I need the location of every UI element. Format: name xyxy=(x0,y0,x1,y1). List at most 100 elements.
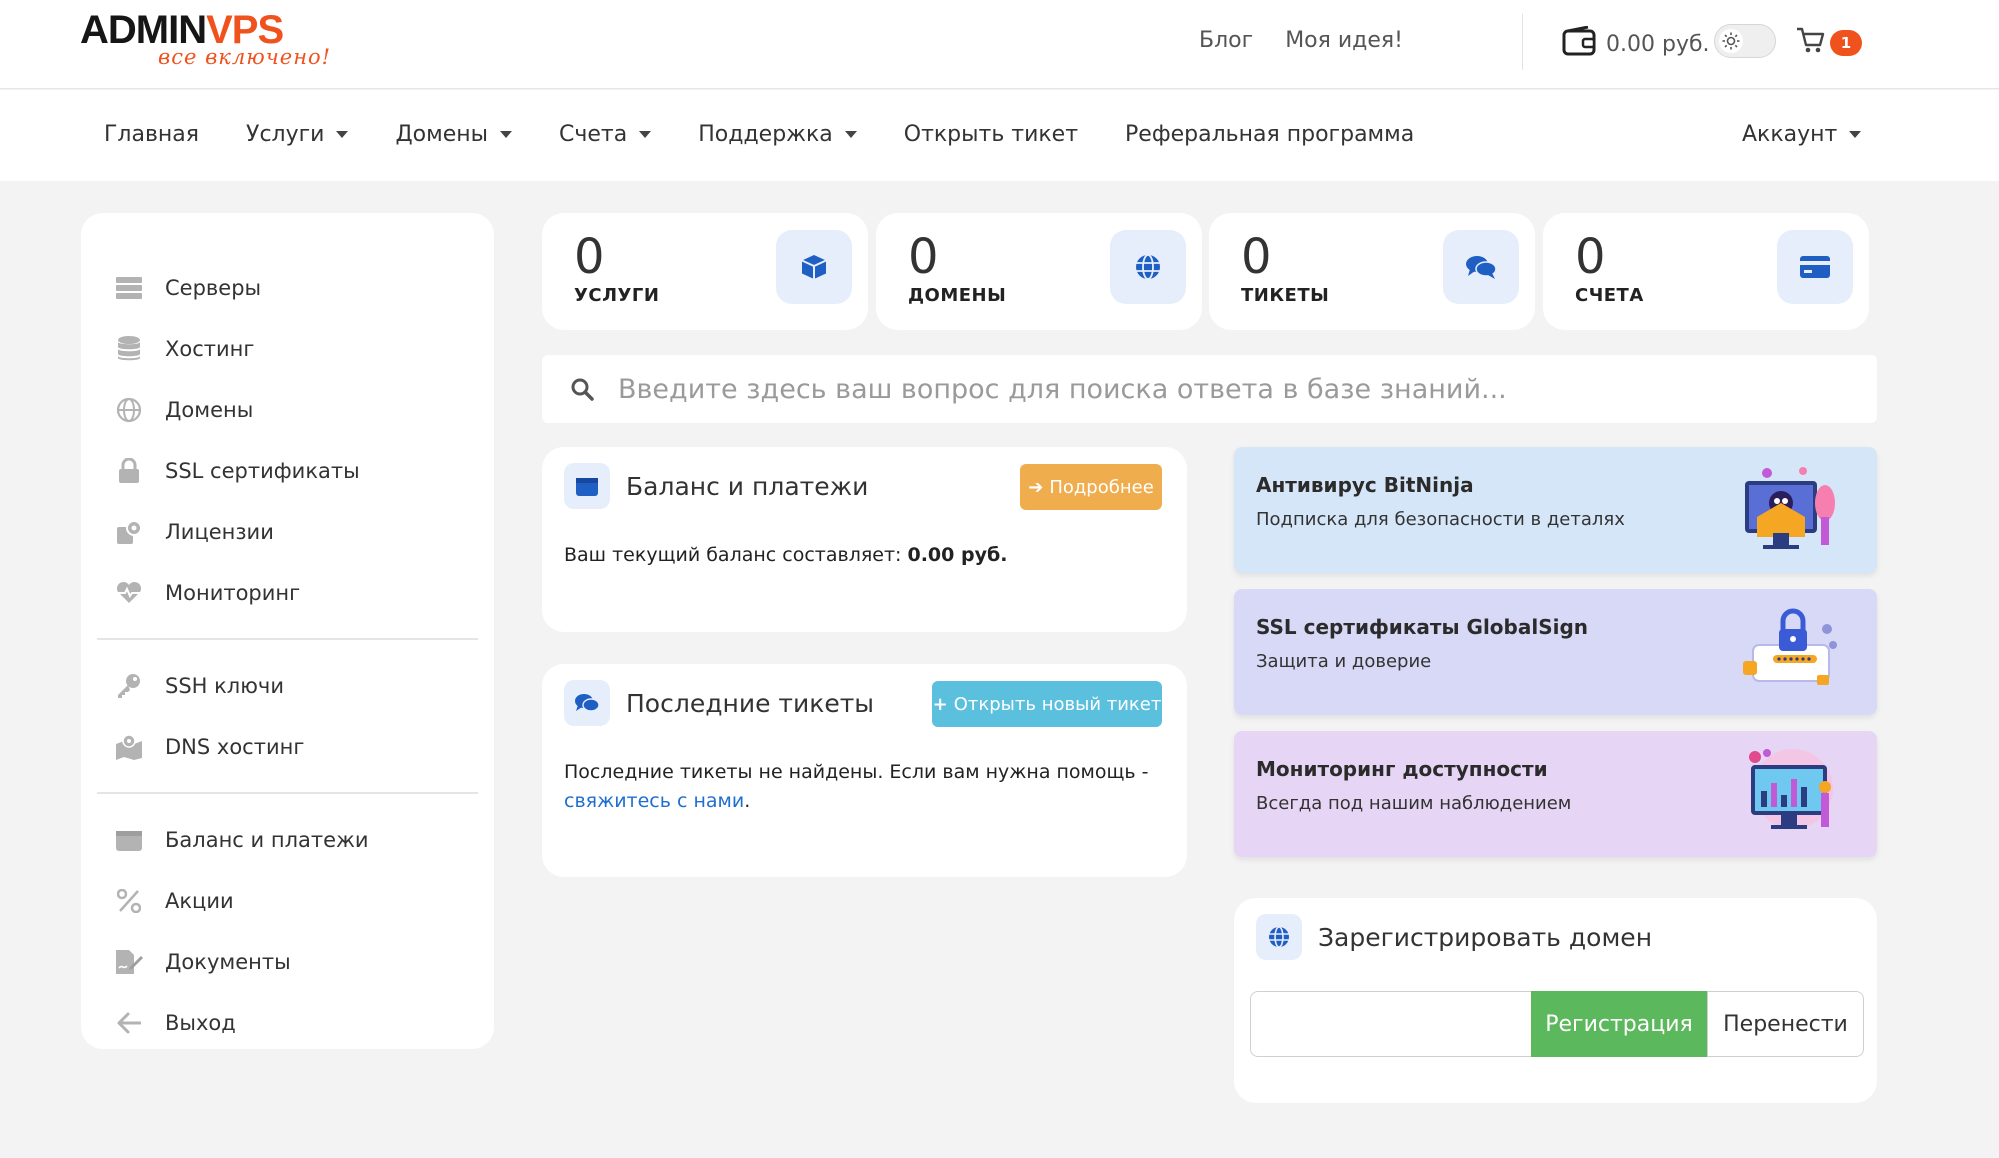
cart-icon[interactable] xyxy=(1796,26,1826,58)
panel-title: Последние тикеты xyxy=(626,688,874,718)
nav-support[interactable]: Поддержка xyxy=(698,122,857,147)
arrow-right-icon: ➔ xyxy=(1028,476,1044,498)
tickets-empty-text: Последние тикеты не найдены. Если вам ну… xyxy=(564,761,1149,812)
nav-domains[interactable]: Домены xyxy=(395,122,513,147)
tickets-panel: Последние тикеты + Открыть новый тикет По… xyxy=(542,664,1187,877)
domain-register-panel: Зарегистрировать домен Регистрация Перен… xyxy=(1234,898,1877,1103)
stat-services[interactable]: 0 УСЛУГИ xyxy=(542,213,868,330)
caret-down-icon xyxy=(500,131,513,138)
stat-tickets[interactable]: 0 ТИКЕТЫ xyxy=(1209,213,1535,330)
credit-card-icon xyxy=(1777,230,1853,304)
arrow-left-icon xyxy=(115,1009,143,1037)
domain-input[interactable] xyxy=(1250,991,1532,1057)
promo-monitoring[interactable]: Мониторинг доступности Всегда под нашим … xyxy=(1234,731,1877,857)
promo-globalsign[interactable]: SSL сертификаты GlobalSign Защита и дове… xyxy=(1234,589,1877,715)
wallet-icon xyxy=(1562,25,1596,62)
nav-invoices[interactable]: Счета xyxy=(559,122,652,147)
theme-toggle[interactable] xyxy=(1714,24,1776,58)
balance-panel: Баланс и платежи ➔ Подробнее Ваш текущий … xyxy=(542,447,1187,632)
top-header: ADMINVPS все включено! Блог Моя идея! 0.… xyxy=(0,0,1999,89)
stat-label: ТИКЕТЫ xyxy=(1241,285,1330,306)
file-signature-icon xyxy=(115,948,143,976)
sidebar-item-licenses[interactable]: Лицензии xyxy=(81,501,494,562)
details-button[interactable]: ➔ Подробнее xyxy=(1020,464,1162,510)
panel-title: Баланс и платежи xyxy=(626,471,869,501)
sidebar-item-ssh-keys[interactable]: SSH ключи xyxy=(81,655,494,716)
database-icon xyxy=(115,335,143,363)
wallet-icon xyxy=(564,463,610,509)
caret-down-icon xyxy=(844,131,857,138)
box-icon xyxy=(776,230,852,304)
stat-label: УСЛУГИ xyxy=(574,285,660,306)
stat-value: 0 xyxy=(1575,229,1606,285)
sidebar-item-domains[interactable]: Домены xyxy=(81,379,494,440)
key-icon xyxy=(115,672,143,700)
balance-amount: 0.00 руб. xyxy=(1606,31,1710,57)
main-nav: Главная Услуги Домены Счета Поддержка От… xyxy=(0,90,1999,181)
globe-icon xyxy=(115,396,143,424)
search-placeholder: Введите здесь ваш вопрос для поиска отве… xyxy=(618,373,1507,405)
register-domain-button[interactable]: Регистрация xyxy=(1531,991,1707,1057)
search-icon xyxy=(570,377,594,401)
stat-invoices[interactable]: 0 СЧЕТА xyxy=(1543,213,1869,330)
promo-bitninja[interactable]: Антивирус BitNinja Подписка для безопасн… xyxy=(1234,447,1877,573)
balance-text: Ваш текущий баланс составляет: 0.00 руб. xyxy=(564,544,1008,566)
sidebar-item-hosting[interactable]: Хостинг xyxy=(81,318,494,379)
sidebar-item-logout[interactable]: Выход xyxy=(81,992,494,1053)
stat-value: 0 xyxy=(574,229,605,285)
sidebar-divider xyxy=(97,638,478,640)
monitoring-illustration-icon xyxy=(1749,749,1833,829)
stat-label: ДОМЕНЫ xyxy=(908,285,1007,306)
stat-label: СЧЕТА xyxy=(1575,285,1644,306)
heartbeat-icon xyxy=(115,579,143,607)
sidebar-item-balance[interactable]: Баланс и платежи xyxy=(81,809,494,870)
logo-tagline: все включено! xyxy=(158,45,332,69)
map-marker-icon xyxy=(115,733,143,761)
server-icon xyxy=(115,274,143,302)
wallet-icon xyxy=(115,826,143,854)
sidebar-item-documents[interactable]: Документы xyxy=(81,931,494,992)
top-links: Блог Моя идея! xyxy=(1199,28,1403,53)
plus-icon: + xyxy=(932,693,948,715)
sidebar-item-dns[interactable]: DNS хостинг xyxy=(81,716,494,777)
knowledgebase-search[interactable]: Введите здесь ваш вопрос для поиска отве… xyxy=(542,355,1877,423)
nav-home[interactable]: Главная xyxy=(104,122,199,147)
transfer-domain-button[interactable]: Перенести xyxy=(1707,991,1864,1057)
comments-icon xyxy=(564,680,610,726)
contact-us-link[interactable]: свяжитесь с нами xyxy=(564,790,744,812)
caret-down-icon xyxy=(1849,131,1862,138)
sidebar-item-ssl[interactable]: SSL сертификаты xyxy=(81,440,494,501)
sidebar-item-servers[interactable]: Серверы xyxy=(81,257,494,318)
globe-icon xyxy=(1256,914,1302,960)
cart-count-badge: 1 xyxy=(1830,30,1862,56)
nav-services[interactable]: Услуги xyxy=(246,122,349,147)
globe-icon xyxy=(1110,230,1186,304)
sidebar-item-promotions[interactable]: Акции xyxy=(81,870,494,931)
nav-open-ticket[interactable]: Открыть тикет xyxy=(904,122,1078,147)
sidebar-item-monitoring[interactable]: Мониторинг xyxy=(81,562,494,623)
blog-link[interactable]: Блог xyxy=(1199,28,1253,53)
sidebar: Серверы Хостинг Домены SSL сертификаты Л… xyxy=(81,213,494,1049)
stat-domains[interactable]: 0 ДОМЕНЫ xyxy=(876,213,1202,330)
antivirus-illustration-icon xyxy=(1745,467,1835,549)
panel-title: Зарегистрировать домен xyxy=(1318,922,1653,952)
wallet-balance[interactable]: 0.00 руб. xyxy=(1562,25,1710,62)
comments-icon xyxy=(1443,230,1519,304)
logo[interactable]: ADMINVPS все включено! xyxy=(80,10,332,69)
stat-value: 0 xyxy=(1241,229,1272,285)
certificate-icon xyxy=(115,518,143,546)
caret-down-icon xyxy=(336,131,349,138)
caret-down-icon xyxy=(639,131,652,138)
lock-icon xyxy=(115,457,143,485)
stat-value: 0 xyxy=(908,229,939,285)
nav-referral[interactable]: Реферальная программа xyxy=(1125,122,1414,147)
my-idea-link[interactable]: Моя идея! xyxy=(1285,28,1403,53)
sun-icon xyxy=(1719,29,1743,53)
open-new-ticket-button[interactable]: + Открыть новый тикет xyxy=(932,681,1162,727)
header-divider xyxy=(1522,14,1523,70)
ssl-illustration-icon xyxy=(1743,608,1837,685)
nav-account[interactable]: Аккаунт xyxy=(1742,122,1862,147)
percent-icon xyxy=(115,887,143,915)
balance-amount: 0.00 руб. xyxy=(907,544,1008,566)
sidebar-divider xyxy=(97,792,478,794)
